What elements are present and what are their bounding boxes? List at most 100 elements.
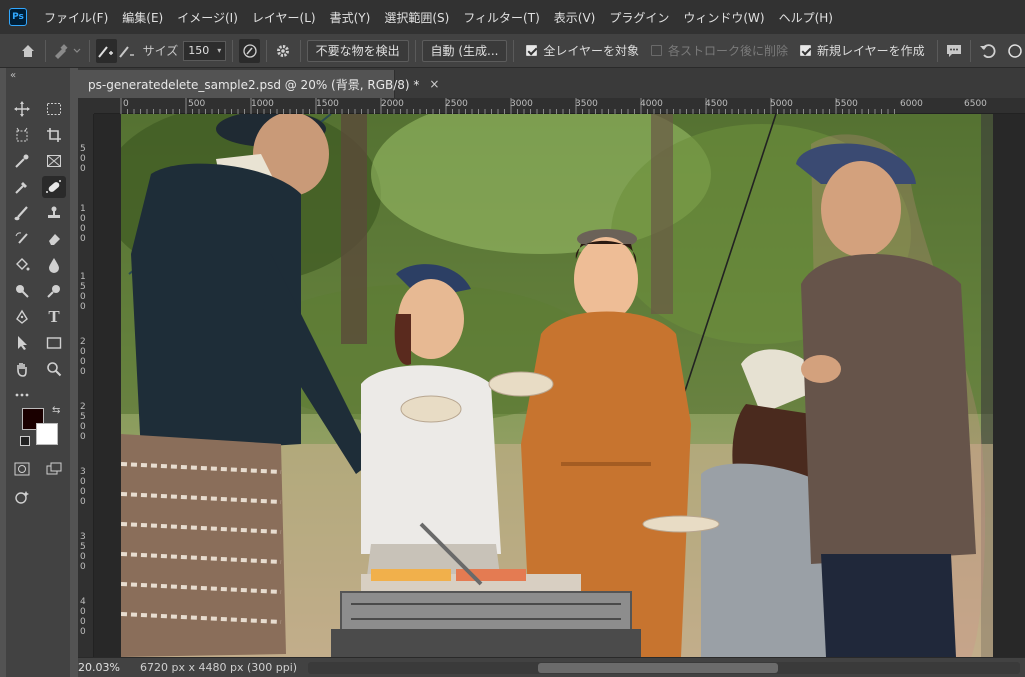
- ruler-label: 3000: [510, 99, 533, 109]
- size-value: 150: [188, 44, 210, 57]
- blur-tool-icon[interactable]: [42, 254, 66, 276]
- frame-tool-icon[interactable]: [42, 150, 66, 172]
- menu-plugins[interactable]: プラグイン: [602, 9, 676, 26]
- feedback-icon[interactable]: [944, 39, 965, 63]
- find-distractions-button[interactable]: 不要な物を検出: [306, 39, 409, 62]
- ruler-label: 2000: [381, 99, 404, 109]
- brush-tool-icon[interactable]: [10, 202, 34, 224]
- background-color-swatch[interactable]: [36, 423, 58, 445]
- eraser-tool-icon[interactable]: [42, 228, 66, 250]
- menu-window[interactable]: ウィンドウ(W): [676, 9, 771, 26]
- screen-mode-icon[interactable]: [42, 458, 66, 480]
- sample-all-layers-label: 全レイヤーを対象: [543, 44, 640, 58]
- zoom-tool-icon[interactable]: [42, 358, 66, 380]
- horizontal-scrollbar[interactable]: [308, 662, 1020, 674]
- dodge-tool-icon[interactable]: [10, 280, 34, 302]
- marquee-tool-icon[interactable]: [42, 98, 66, 120]
- zoom-level-field[interactable]: 20.03%: [78, 661, 126, 674]
- circle-icon[interactable]: [1004, 39, 1025, 63]
- find-distractions-label: 不要な物を検出: [315, 44, 400, 58]
- path-selection-tool-icon[interactable]: [10, 332, 34, 354]
- menu-layer[interactable]: レイヤー(L): [245, 9, 323, 26]
- ruler-label: 6500: [964, 99, 987, 109]
- hand-tool-icon[interactable]: [10, 358, 34, 380]
- document-tab-bar: ps-generatedelete_sample2.psd @ 20% (背景,…: [78, 68, 1025, 98]
- checkbox-unchecked-icon: [651, 45, 663, 56]
- history-brush-tool-icon[interactable]: [10, 228, 34, 250]
- document-canvas-photo[interactable]: [121, 114, 993, 657]
- new-layer-label: 新規レイヤーを作成: [817, 44, 925, 58]
- gear-icon[interactable]: [273, 39, 294, 63]
- mode-dropdown[interactable]: 自動 (生成...: [421, 39, 508, 62]
- menu-select[interactable]: 選択範囲(S): [377, 9, 456, 26]
- default-colors-icon[interactable]: [20, 436, 30, 446]
- menu-filter[interactable]: フィルター(T): [456, 9, 546, 26]
- sample-all-layers-checkbox[interactable]: 全レイヤーを対象: [526, 42, 639, 59]
- smudge-tool-icon[interactable]: [42, 280, 66, 302]
- eyedropper-tool-icon[interactable]: [10, 150, 34, 172]
- pressure-size-icon[interactable]: [239, 38, 261, 63]
- menu-file[interactable]: ファイル(F): [37, 9, 115, 26]
- checkbox-checked-icon: [800, 45, 812, 56]
- pen-tool-icon[interactable]: [10, 306, 34, 328]
- ruler-label: 2500: [445, 99, 468, 109]
- collapse-panel-icon[interactable]: «: [10, 70, 16, 81]
- home-icon[interactable]: [18, 39, 39, 63]
- document-info: 6720 px x 4480 px (300 ppi): [140, 661, 298, 674]
- generative-fill-icon[interactable]: [10, 486, 34, 508]
- ruler-label: 2000: [80, 337, 86, 377]
- ruler-label: 6000: [900, 99, 923, 109]
- menu-view[interactable]: 表示(V): [547, 9, 603, 26]
- ruler-label: 1000: [251, 99, 274, 109]
- quick-mask-icon[interactable]: [10, 458, 34, 480]
- more-tools-icon[interactable]: [10, 384, 34, 406]
- delete-after-stroke-label: 各ストローク後に削除: [668, 44, 789, 58]
- menu-bar: Ps ファイル(F) 編集(E) イメージ(I) レイヤー(L) 書式(Y) 選…: [0, 0, 1025, 34]
- ruler-origin[interactable]: [78, 98, 94, 114]
- options-bar: サイズ 150 ▾ 不要な物を検出 自動 (生成... 全レイヤーを対象 各スト…: [0, 34, 1025, 68]
- menu-help[interactable]: ヘルプ(H): [772, 9, 840, 26]
- canvas-area[interactable]: [94, 114, 1025, 657]
- move-tool-icon[interactable]: [10, 98, 34, 120]
- scrollbar-thumb[interactable]: [538, 663, 778, 673]
- divider: [266, 39, 267, 62]
- divider: [299, 39, 301, 62]
- menu-image[interactable]: イメージ(I): [170, 9, 245, 26]
- ruler-label: 1500: [80, 272, 86, 312]
- close-icon[interactable]: ×: [429, 77, 439, 91]
- ruler-label: 3500: [575, 99, 598, 109]
- crop-tool-icon[interactable]: [42, 124, 66, 146]
- document-tab[interactable]: ps-generatedelete_sample2.psd @ 20% (背景,…: [78, 70, 439, 98]
- rectangle-tool-icon[interactable]: [42, 332, 66, 354]
- vertical-ruler[interactable]: 500 1000 1500 2000 2500 3000 3500 4000: [78, 114, 94, 657]
- subtract-brush-mode-icon[interactable]: [117, 39, 138, 63]
- size-input[interactable]: 150 ▾: [183, 40, 227, 61]
- ruler-label: 4000: [640, 99, 663, 109]
- color-sampler-tool-icon[interactable]: [10, 176, 34, 198]
- delete-after-stroke-checkbox[interactable]: 各ストローク後に削除: [651, 42, 788, 59]
- tool-preset-picker-icon[interactable]: [52, 39, 83, 63]
- menu-type[interactable]: 書式(Y): [323, 9, 378, 26]
- type-tool-icon[interactable]: T: [42, 306, 66, 328]
- stamp-tool-icon[interactable]: [42, 202, 66, 224]
- photo-illustration: [121, 114, 993, 657]
- remove-tool-icon[interactable]: [42, 176, 66, 198]
- horizontal-ruler-ticks: [120, 98, 895, 114]
- new-layer-checkbox[interactable]: 新規レイヤーを作成: [800, 42, 925, 59]
- paint-bucket-tool-icon[interactable]: [10, 254, 34, 276]
- add-brush-mode-icon[interactable]: [95, 38, 117, 63]
- object-selection-tool-icon[interactable]: [10, 124, 34, 146]
- ruler-label: 1500: [316, 99, 339, 109]
- menu-edit[interactable]: 編集(E): [115, 9, 170, 26]
- ruler-label: 1000: [80, 204, 86, 244]
- swap-colors-icon[interactable]: ⇆: [52, 405, 60, 416]
- ruler-label: 500: [80, 144, 86, 174]
- divider: [414, 39, 416, 62]
- divider: [513, 39, 515, 62]
- undo-icon[interactable]: [977, 39, 998, 63]
- photoshop-logo-icon: Ps: [9, 8, 27, 26]
- chevron-down-icon: ▾: [217, 46, 222, 55]
- checkbox-checked-icon: [526, 45, 538, 56]
- horizontal-ruler[interactable]: 0 500 1000 1500 2000 2500 3000 3500 4000…: [94, 98, 1025, 114]
- ruler-label: 500: [188, 99, 206, 109]
